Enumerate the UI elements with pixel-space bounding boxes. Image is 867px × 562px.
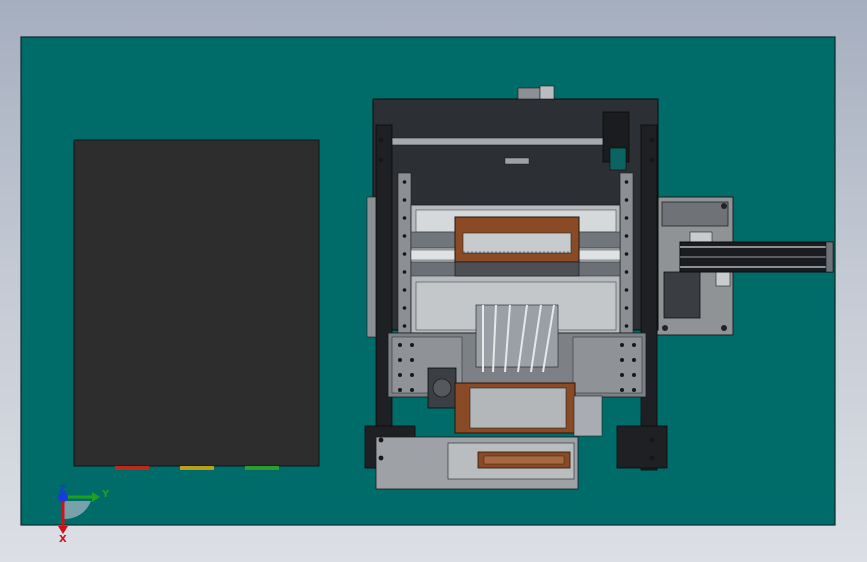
bolt-head — [398, 373, 402, 377]
bolt-head — [378, 455, 384, 461]
yellow-strip — [180, 466, 214, 470]
bolt-head — [624, 288, 629, 292]
bolt-head — [402, 252, 407, 256]
bolt-head — [402, 306, 407, 310]
electrical-cabinet — [73, 139, 320, 470]
red-strip — [115, 466, 149, 470]
axis-y-label: Y — [101, 489, 110, 500]
bolt-head — [649, 437, 655, 443]
bolt-head — [402, 180, 407, 184]
bolt-head — [624, 198, 629, 202]
axis-x-label: X — [59, 534, 67, 545]
bolt-head — [624, 234, 629, 238]
bolt-head — [398, 343, 402, 347]
bolt-head — [402, 288, 407, 292]
bolt-head — [624, 324, 629, 328]
bolt-head — [410, 373, 414, 377]
bolt-head — [402, 324, 407, 328]
bolt-head — [402, 270, 407, 274]
bolt-head — [402, 198, 407, 202]
bolt-head — [378, 137, 384, 143]
bolt-head — [620, 358, 624, 362]
bolt-head — [620, 373, 624, 377]
bolt-head — [632, 373, 636, 377]
green-strip — [245, 466, 279, 470]
bolt-head — [410, 358, 414, 362]
cad-viewport[interactable]: Z Y X — [0, 0, 867, 562]
bolt-head — [620, 388, 624, 392]
bolt-head — [624, 270, 629, 274]
machine-frame — [364, 85, 668, 490]
bolt-head — [624, 216, 629, 220]
bolt-head — [632, 358, 636, 362]
bolt-head — [649, 455, 655, 461]
bolt-head — [402, 234, 407, 238]
bolt-head — [624, 252, 629, 256]
bolt-head — [410, 388, 414, 392]
bolt-head — [410, 343, 414, 347]
bolt-head — [398, 358, 402, 362]
bolt-head — [402, 216, 407, 220]
bolt-head — [624, 180, 629, 184]
bolt-head — [632, 343, 636, 347]
bolt-head — [649, 157, 655, 163]
bolt-head — [649, 137, 655, 143]
bolt-head — [632, 388, 636, 392]
bolt-head — [624, 306, 629, 310]
axis-z-label: Z — [59, 484, 66, 495]
bolt-head — [378, 437, 384, 443]
bolt-head — [398, 388, 402, 392]
bolt-head — [620, 343, 624, 347]
bolt-head — [378, 157, 384, 163]
